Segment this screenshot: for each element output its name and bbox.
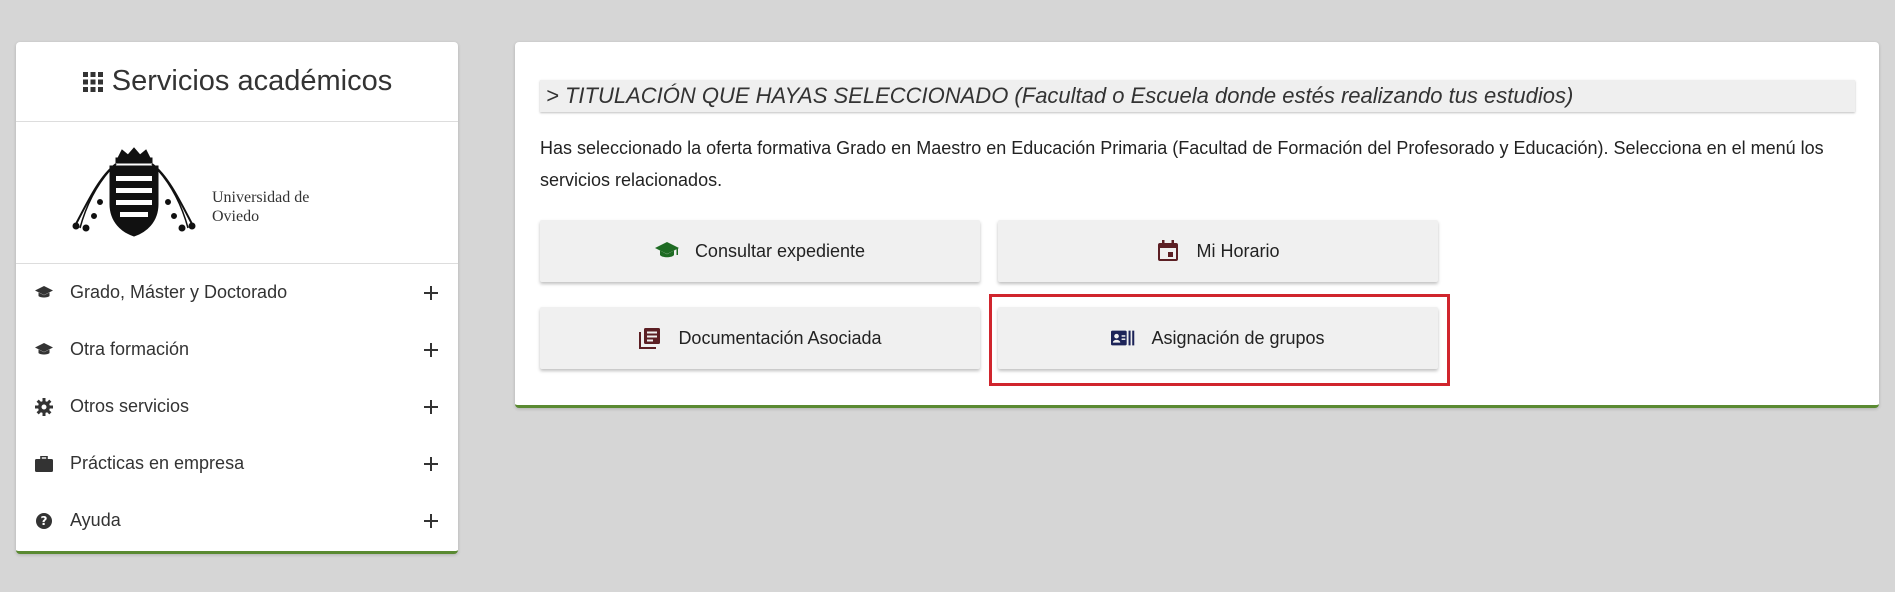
sidebar: Servicios académicos Universidad de Ovie… <box>16 42 458 554</box>
university-name-line1: Universidad de <box>212 189 310 206</box>
plus-icon[interactable] <box>422 398 440 416</box>
university-crest-icon <box>72 147 196 237</box>
button-label: Mi Horario <box>1196 240 1280 261</box>
consultar-expediente-button[interactable]: Consultar expediente <box>540 220 980 282</box>
university-logo[interactable]: Universidad de Oviedo <box>16 122 458 264</box>
university-name: Universidad de Oviedo <box>212 188 309 226</box>
button-label: Asignación de grupos <box>1151 327 1325 348</box>
plus-icon[interactable] <box>422 284 440 302</box>
apps-grid-icon <box>82 71 103 92</box>
button-label: Consultar expediente <box>694 240 866 261</box>
sidebar-item-practicas[interactable]: Prácticas en empresa <box>16 435 458 492</box>
university-name-line2: Oviedo <box>212 208 260 225</box>
sidebar-title: Servicios académicos <box>111 65 393 97</box>
svg-text:?: ? <box>41 514 48 528</box>
id-card-icon <box>1111 326 1135 350</box>
sidebar-item-otra-formacion[interactable]: Otra formación <box>16 321 458 378</box>
sidebar-item-label: Otra formación <box>70 339 190 359</box>
documents-icon <box>638 326 662 350</box>
help-icon: ? <box>34 511 54 531</box>
main-panel: > TITULACIÓN QUE HAYAS SELECCIONADO (Fac… <box>515 42 1879 408</box>
graduation-cap-icon <box>34 340 54 360</box>
sidebar-item-label: Otros servicios <box>70 396 190 416</box>
plus-icon[interactable] <box>422 455 440 473</box>
asignacion-de-grupos-button[interactable]: Asignación de grupos <box>998 307 1438 369</box>
plus-icon[interactable] <box>422 512 440 530</box>
documentacion-asociada-button[interactable]: Documentación Asociada <box>540 307 980 369</box>
sidebar-item-label: Prácticas en empresa <box>70 453 245 473</box>
sidebar-item-otros-servicios[interactable]: Otros servicios <box>16 378 458 435</box>
plus-icon[interactable] <box>422 341 440 359</box>
sidebar-item-label: Grado, Máster y Doctorado <box>70 282 288 302</box>
graduation-cap-icon <box>654 239 679 263</box>
section-title: > TITULACIÓN QUE HAYAS SELECCIONADO (Fac… <box>540 80 1855 112</box>
sidebar-item-grado[interactable]: Grado, Máster y Doctorado <box>16 264 458 321</box>
sidebar-item-ayuda[interactable]: ? Ayuda <box>16 492 458 549</box>
button-label: Documentación Asociada <box>678 327 882 348</box>
selection-description: Has seleccionado la oferta formativa Gra… <box>540 138 1824 190</box>
gear-icon <box>34 397 54 417</box>
mi-horario-button[interactable]: Mi Horario <box>998 220 1438 282</box>
briefcase-icon <box>34 454 54 474</box>
calendar-icon <box>1156 239 1180 263</box>
sidebar-item-label: Ayuda <box>70 510 121 530</box>
sidebar-header: Servicios académicos <box>16 42 458 122</box>
graduation-cap-icon <box>34 283 54 303</box>
